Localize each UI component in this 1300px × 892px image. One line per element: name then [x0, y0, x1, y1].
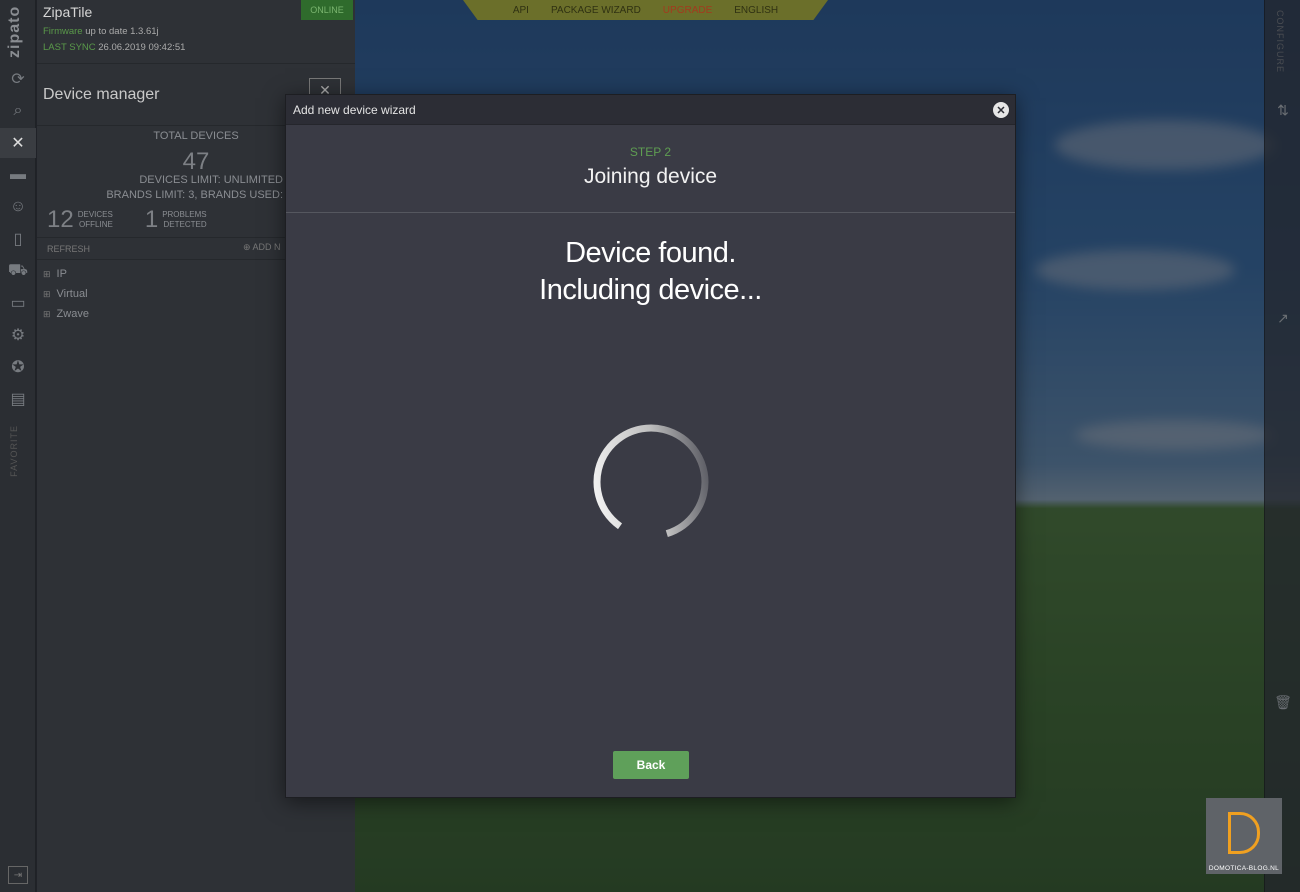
status-message-1: Device found. [565, 237, 736, 269]
brands-limit: BRANDS LIMIT: 3, BRANDS USED: [106, 189, 283, 201]
nav-language[interactable]: ENGLISH [734, 5, 778, 16]
exit-icon[interactable]: ⇥ [8, 866, 28, 884]
status-message-2: Including device... [539, 274, 762, 306]
refresh-icon[interactable]: ⟳ [0, 64, 36, 94]
step-heading: Joining device [583, 165, 718, 188]
page-title: Device manager [43, 86, 160, 103]
back-button[interactable]: Back [613, 751, 689, 779]
left-icon-rail: zipato ⟳ ⌕ ✕ ▬ ☺ ▯ ⛟ ▭ ⚙ ✪ ▤ FAVORITE ⇥ [0, 0, 36, 892]
nav-api[interactable]: API [513, 5, 529, 16]
zipato-logo: zipato [6, 5, 23, 58]
gear-icon[interactable]: ⚙ [0, 320, 36, 350]
wizard-step-header: STEP 2 Joining device [286, 125, 1015, 213]
external-link-icon[interactable]: ↗ [1265, 304, 1300, 332]
d-logo-icon [1228, 812, 1260, 854]
devices-limit: DEVICES LIMIT: UNLIMITED [139, 174, 283, 186]
refresh-button[interactable]: REFRESH [47, 244, 90, 254]
scenes-icon[interactable]: ▬ [0, 160, 36, 190]
network-icon: ⊞ [43, 288, 51, 299]
problems-label: PROBLEMS DETECTED [162, 210, 207, 229]
watermark-text: DOMOTICA-BLOG.NL [1208, 865, 1280, 872]
dialog-title: Add new device wizard [293, 103, 416, 117]
offline-count: 12 [47, 206, 74, 233]
trash-icon[interactable]: 🗑 [1265, 688, 1300, 716]
network-icon: ⊞ [43, 308, 51, 319]
last-sync: LAST SYNC 26.06.2019 09:42:51 [43, 42, 186, 53]
nav-package-wizard[interactable]: PACKAGE WIZARD [551, 5, 641, 16]
sort-icon[interactable]: ⇅ [1265, 96, 1300, 124]
users-icon[interactable]: ☺ [0, 192, 36, 222]
nav-upgrade[interactable]: UPGRADE [663, 5, 712, 16]
clipboard-icon[interactable]: ▤ [0, 384, 36, 414]
loading-spinner-icon [593, 424, 709, 540]
add-device-wizard-dialog: Add new device wizard ✕ STEP 2 Joining d… [285, 94, 1016, 798]
configure-label: CONFIGURE [1275, 10, 1285, 73]
add-device-button[interactable]: ⊕ ADD N [243, 242, 281, 253]
close-icon[interactable]: ✕ [993, 102, 1009, 118]
offline-problems-row: 12 DEVICES OFFLINE 1 PROBLEMS DETECTED [47, 206, 207, 234]
wizard-body: Device found. Including device... [286, 237, 1015, 307]
search-icon[interactable]: ⌕ [0, 96, 36, 126]
vehicle-icon[interactable]: ⛟ [0, 256, 36, 286]
status-badge: ONLINE [301, 0, 353, 20]
phone-icon[interactable]: ▯ [0, 224, 36, 254]
devices-icon[interactable]: ✕ [0, 128, 36, 158]
favorite-label: FAVORITE [9, 425, 19, 477]
controller-header: ZipaTile Firmware up to date 1.3.61j LAS… [37, 0, 355, 64]
folder-icon[interactable]: ▭ [0, 288, 36, 318]
top-nav: API PACKAGE WIZARD UPGRADE ENGLISH [463, 0, 828, 20]
award-icon[interactable]: ✪ [0, 352, 36, 382]
watermark-logo: DOMOTICA-BLOG.NL [1206, 798, 1282, 874]
network-icon: ⊞ [43, 268, 51, 279]
firmware-status: Firmware up to date 1.3.61j [43, 26, 159, 37]
dialog-header: Add new device wizard ✕ [286, 95, 1015, 125]
offline-label: DEVICES OFFLINE [77, 210, 113, 229]
problems-count: 1 [144, 206, 159, 233]
right-rail: CONFIGURE ⇅ ↗ 🗑 [1264, 0, 1300, 892]
step-label: STEP 2 [629, 145, 672, 159]
